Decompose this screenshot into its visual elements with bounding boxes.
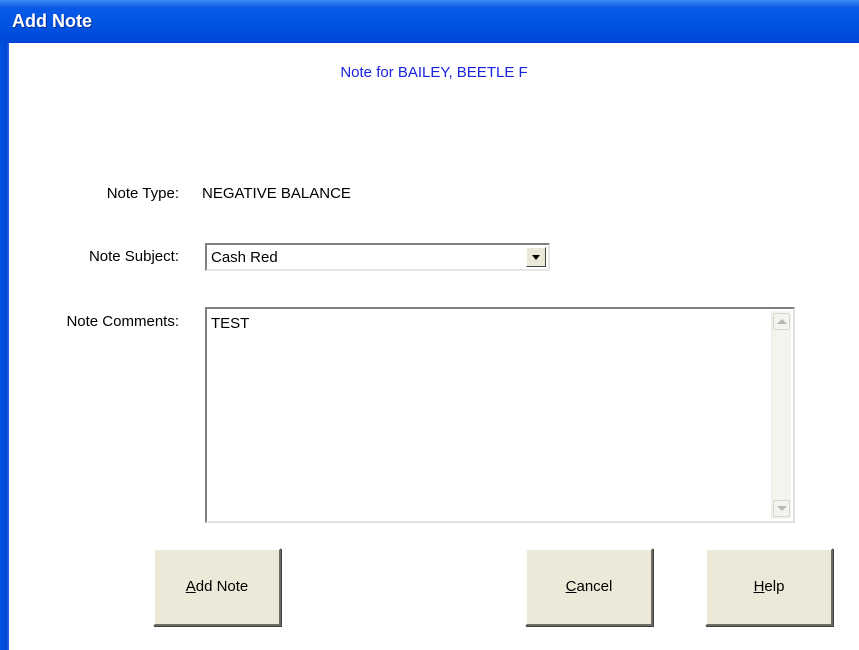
note-type-label: Note Type: [106, 185, 179, 202]
cancel-label: ancel [576, 578, 613, 595]
add-note-label: dd Note [195, 578, 249, 595]
note-subject-dropdown[interactable]: Cash Red [205, 243, 550, 271]
note-comments-textarea[interactable]: TEST [205, 307, 795, 523]
note-comments-label: Note Comments: [66, 313, 179, 330]
chevron-up-icon [777, 319, 787, 324]
help-label: elp [764, 578, 785, 595]
add-note-button[interactable]: Add Note [153, 548, 281, 626]
vertical-scrollbar[interactable] [771, 311, 791, 519]
window-title: Add Note [12, 11, 92, 31]
note-heading: Note for BAILEY, BEETLE F [340, 64, 528, 81]
cancel-mnemonic: C [565, 578, 577, 595]
cancel-button[interactable]: Cancel [525, 548, 653, 626]
window-frame-left [0, 43, 9, 650]
add-note-dialog: Add Note Note for BAILEY, BEETLE F Note … [0, 0, 859, 650]
scroll-down-button[interactable] [773, 500, 790, 517]
scroll-up-button[interactable] [773, 313, 790, 330]
chevron-down-icon [532, 255, 540, 260]
help-mnemonic: H [753, 578, 765, 595]
note-type-value: NEGATIVE BALANCE [202, 185, 351, 202]
help-button[interactable]: Help [705, 548, 833, 626]
dialog-client-area: Note for BAILEY, BEETLE F Note Type: NEG… [9, 43, 859, 650]
add-note-mnemonic: A [185, 578, 196, 595]
note-subject-value: Cash Red [211, 249, 278, 266]
dropdown-arrow-button[interactable] [526, 247, 546, 267]
title-bar[interactable]: Add Note [0, 0, 859, 43]
note-subject-label: Note Subject: [88, 248, 179, 265]
chevron-down-icon [777, 506, 787, 511]
note-comments-text: TEST [211, 315, 250, 332]
